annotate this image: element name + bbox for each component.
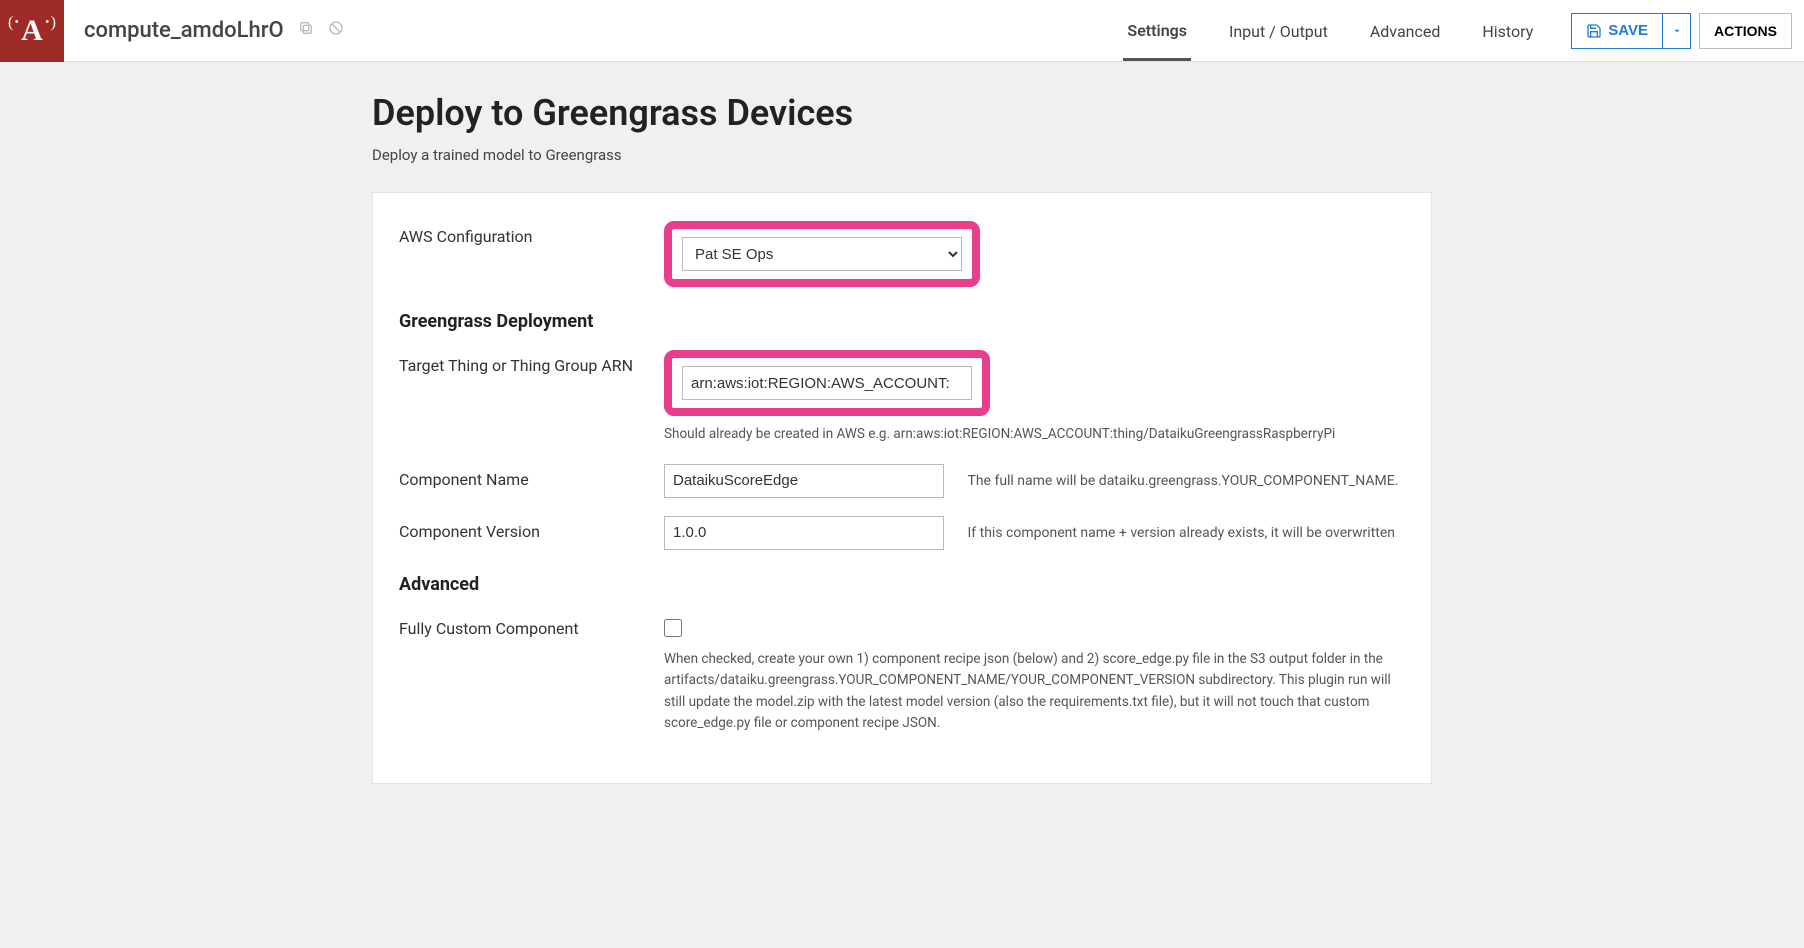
settings-panel: AWS Configuration Pat SE Ops Greengrass … xyxy=(372,192,1432,784)
actions-button[interactable]: ACTIONS xyxy=(1699,13,1792,49)
tab-input-output[interactable]: Input / Output xyxy=(1225,0,1332,61)
fully-custom-label: Fully Custom Component xyxy=(399,613,664,638)
component-name-input[interactable] xyxy=(664,464,944,498)
target-arn-hint: Should already be created in AWS e.g. ar… xyxy=(664,424,1405,446)
copy-icon[interactable] xyxy=(298,20,314,41)
section-advanced: Advanced xyxy=(399,574,1405,595)
page-subtitle: Deploy a trained model to Greengrass xyxy=(372,146,1432,164)
tab-history[interactable]: History xyxy=(1478,0,1537,61)
tab-bar: Settings Input / Output Advanced History xyxy=(1123,0,1537,61)
compute-name: compute_amdoLhrO xyxy=(84,18,284,43)
fully-custom-checkbox[interactable] xyxy=(664,619,682,637)
aws-config-select[interactable]: Pat SE Ops xyxy=(682,237,962,271)
target-arn-input[interactable] xyxy=(682,366,972,400)
page-title: Deploy to Greengrass Devices xyxy=(372,92,1432,134)
save-dropdown-button[interactable] xyxy=(1663,13,1691,49)
save-button[interactable]: SAVE xyxy=(1571,13,1663,49)
aws-config-highlight: Pat SE Ops xyxy=(664,221,980,287)
target-arn-highlight xyxy=(664,350,990,416)
disabled-icon[interactable] xyxy=(328,20,344,41)
component-version-input[interactable] xyxy=(664,516,944,550)
section-greengrass-deployment: Greengrass Deployment xyxy=(399,311,1405,332)
save-icon xyxy=(1586,23,1602,39)
component-name-label: Component Name xyxy=(399,464,664,489)
tab-settings[interactable]: Settings xyxy=(1123,0,1191,61)
fully-custom-hint: When checked, create your own 1) compone… xyxy=(664,649,1405,735)
tab-advanced[interactable]: Advanced xyxy=(1366,0,1445,61)
component-version-hint: If this component name + version already… xyxy=(967,525,1395,541)
target-arn-label: Target Thing or Thing Group ARN xyxy=(399,350,664,375)
caret-down-icon xyxy=(1672,26,1682,36)
component-name-hint: The full name will be dataiku.greengrass… xyxy=(967,473,1398,489)
save-button-label: SAVE xyxy=(1608,22,1648,39)
topbar: (• A •) compute_amdoLhrO Settings Input … xyxy=(0,0,1804,62)
aws-config-label: AWS Configuration xyxy=(399,221,664,246)
component-version-label: Component Version xyxy=(399,516,664,541)
brand-logo[interactable]: (• A •) xyxy=(0,0,64,62)
